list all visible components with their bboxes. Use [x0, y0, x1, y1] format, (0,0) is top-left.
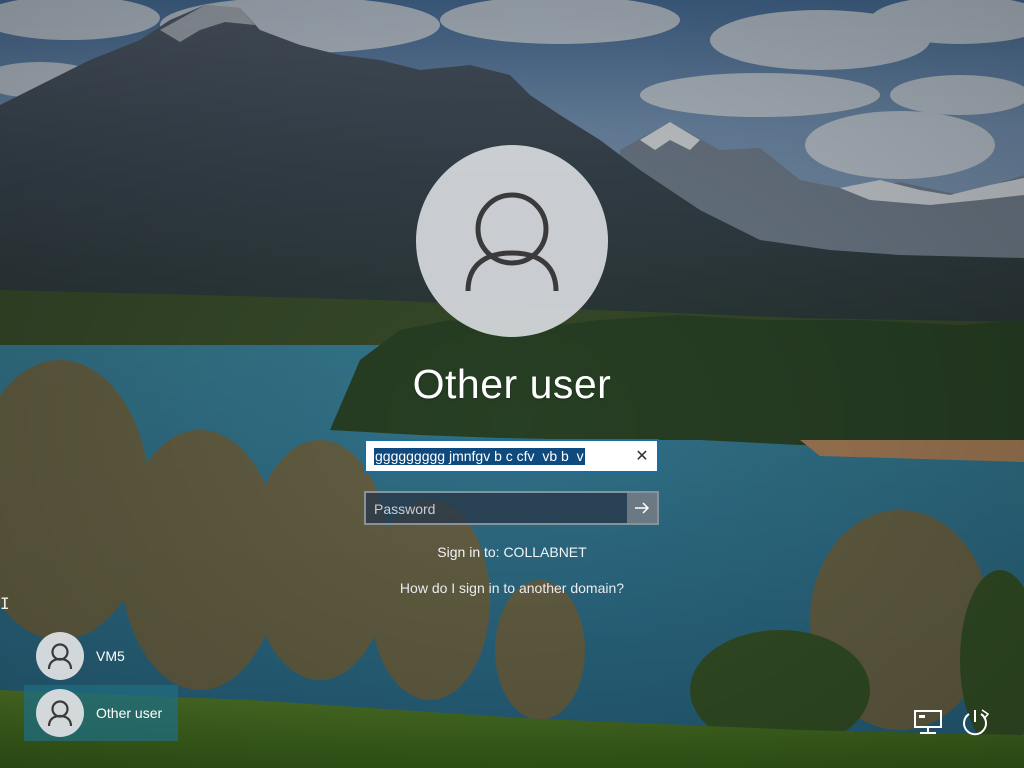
user-avatar-large	[416, 145, 608, 337]
user-tile-other-user[interactable]: Other user	[24, 685, 178, 741]
user-tile-label: Other user	[96, 705, 163, 721]
close-icon[interactable]: ✕	[627, 441, 657, 471]
person-icon	[47, 700, 73, 727]
person-icon	[47, 643, 73, 670]
network-button[interactable]	[911, 705, 945, 739]
avatar	[36, 632, 84, 680]
text-cursor-icon: I	[0, 594, 10, 613]
avatar	[36, 689, 84, 737]
sign-in-domain-text: Sign in to: COLLABNET	[437, 544, 587, 560]
person-icon	[465, 192, 559, 292]
submit-button[interactable]	[627, 493, 657, 523]
selected-user-name: Other user	[412, 361, 612, 407]
arrow-right-icon	[635, 502, 650, 514]
power-button[interactable]	[958, 705, 992, 739]
password-input[interactable]: Password	[364, 491, 659, 525]
power-icon	[963, 709, 990, 736]
password-placeholder: Password	[374, 501, 436, 517]
username-value[interactable]: ggggggggg jmnfgv b c cfv vb b v	[374, 448, 585, 465]
username-input[interactable]: ggggggggg jmnfgv b c cfv vb b v ✕	[364, 439, 659, 473]
network-icon	[914, 710, 942, 734]
user-tile-vm5[interactable]: VM5	[24, 628, 178, 684]
other-domain-help-link[interactable]: How do I sign in to another domain?	[312, 580, 712, 596]
user-tile-label: VM5	[96, 648, 125, 664]
